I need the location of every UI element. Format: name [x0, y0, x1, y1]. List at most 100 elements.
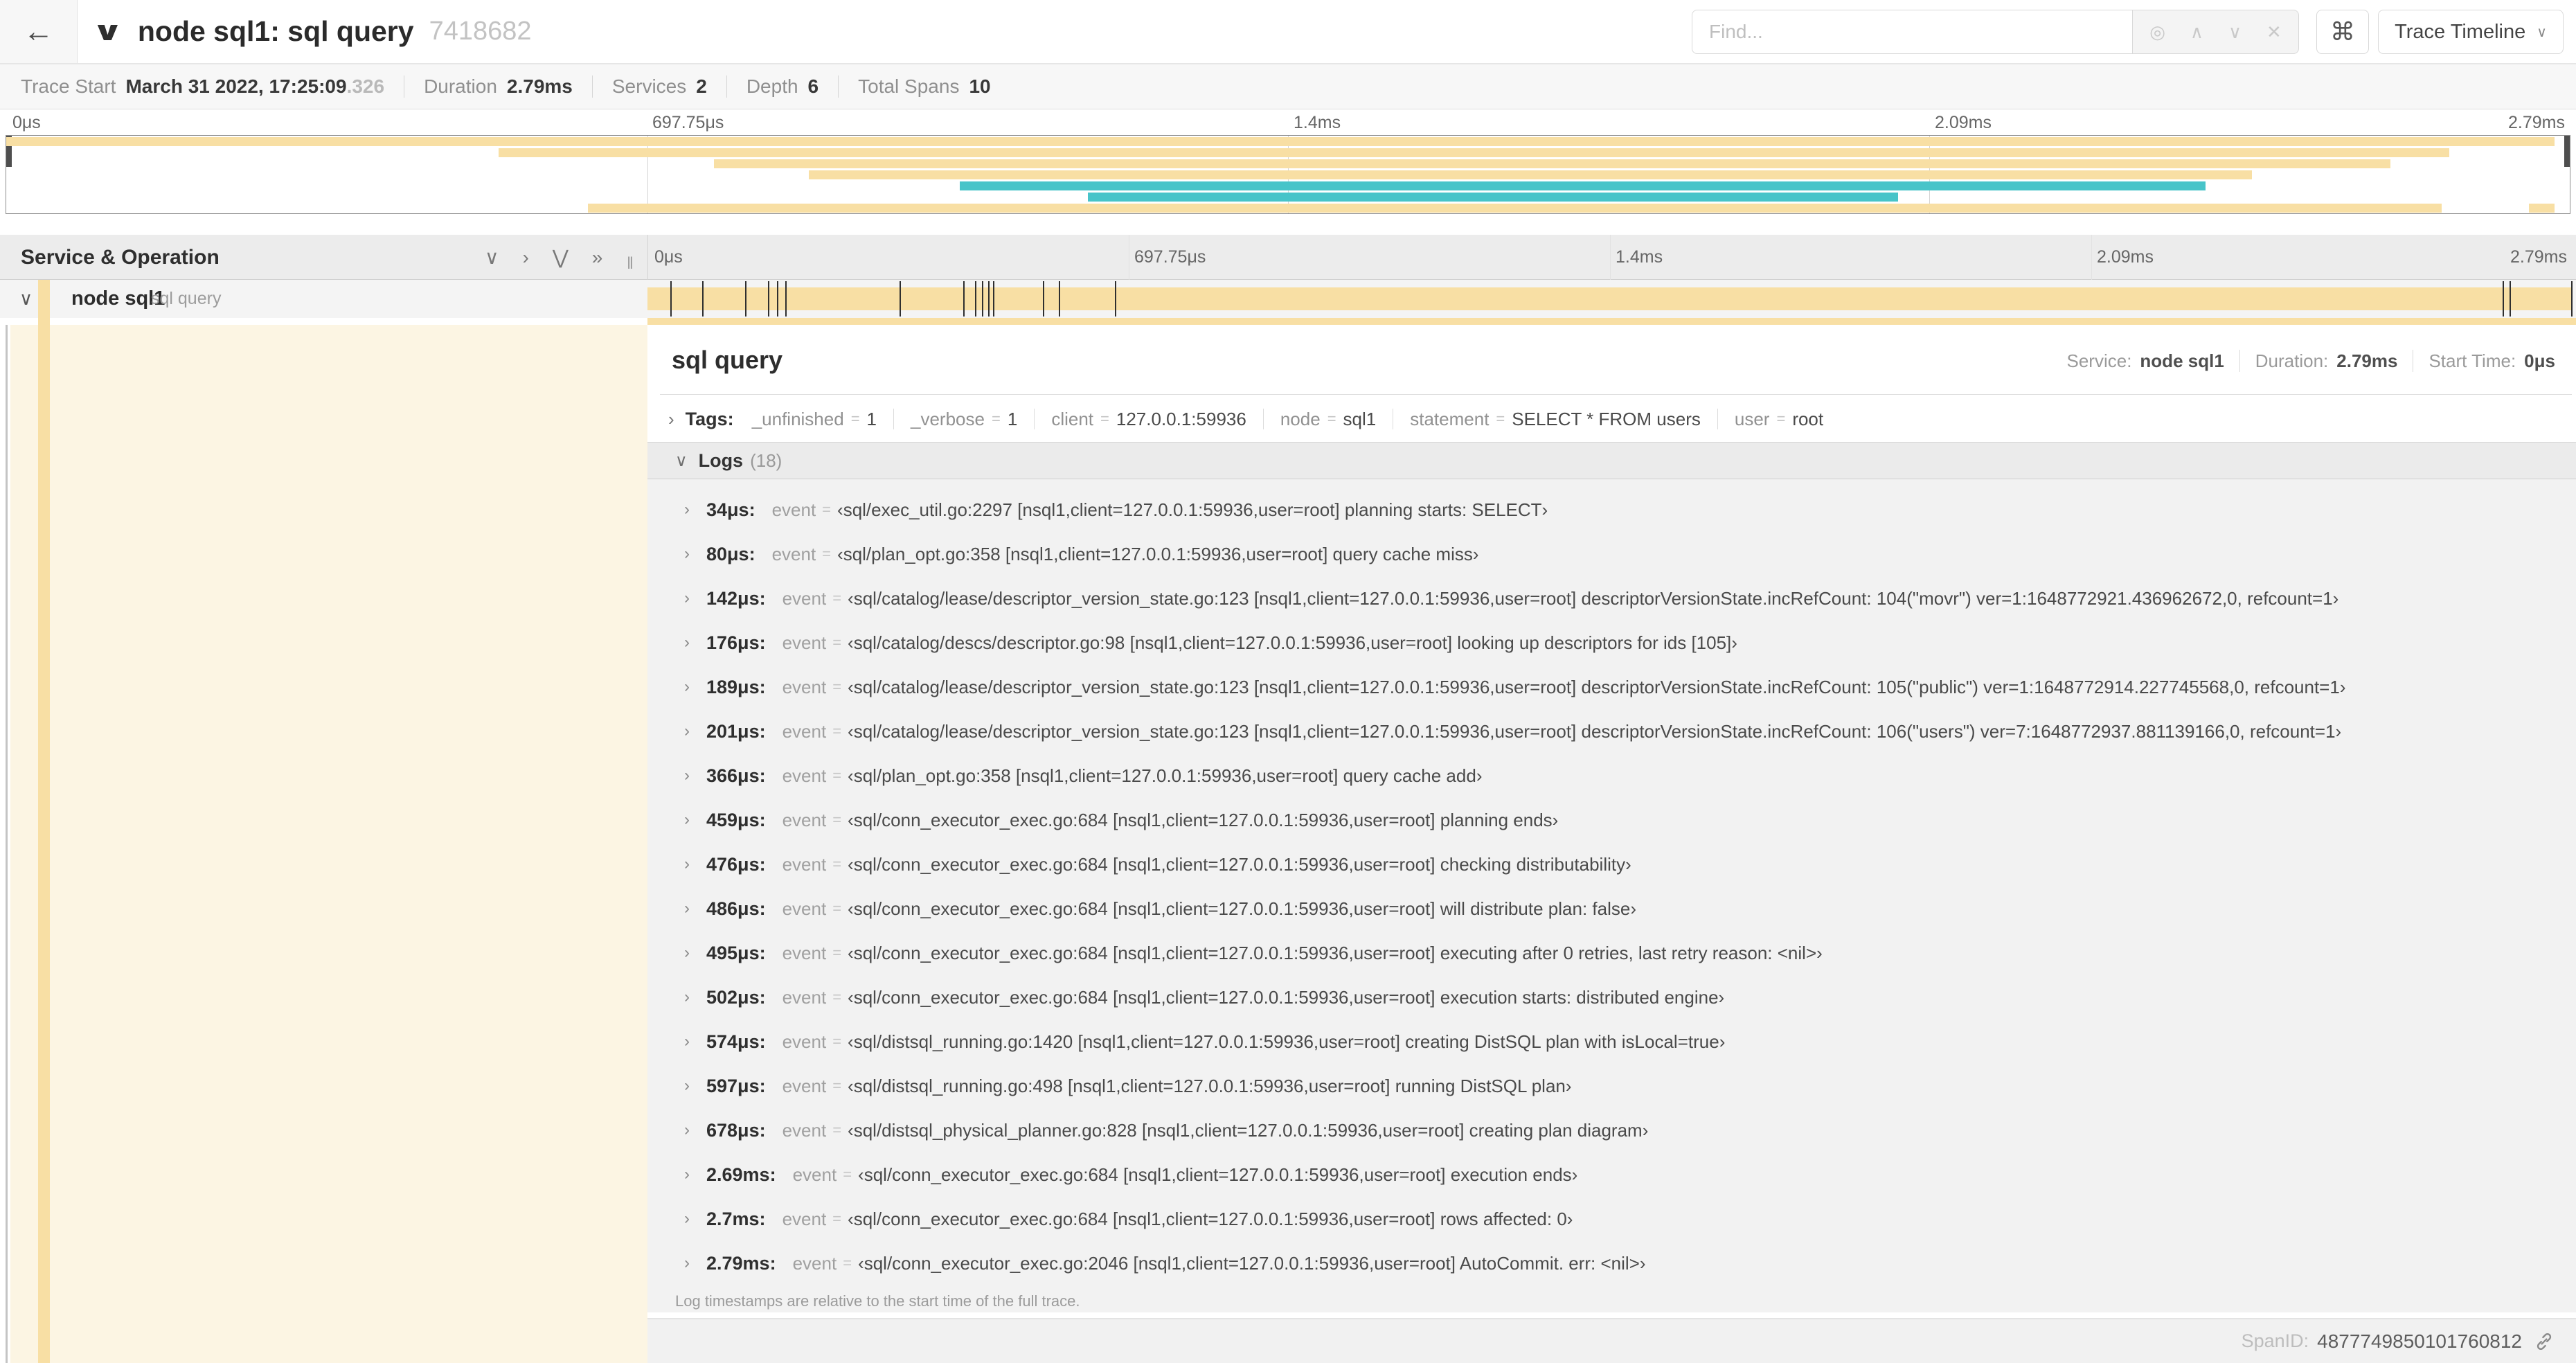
minimap-span-bar: [960, 181, 2206, 190]
link-icon[interactable]: [2533, 1330, 2555, 1353]
ruler-tick-label: 2.09ms: [2097, 247, 2154, 267]
tag-separator: [1262, 409, 1264, 429]
log-entry-row[interactable]: › 34μs: event = ‹sql/exec_util.go:2297 [nsql…: [647, 488, 2576, 532]
log-field-value: ‹sql/catalog/descs/descriptor.go:98 [nsq…: [848, 632, 1737, 653]
log-entry-row[interactable]: › 597μs: event = ‹sql/distsql_running.go:498…: [647, 1064, 2576, 1108]
locate-icon[interactable]: ◎: [2149, 21, 2165, 43]
log-event-marker: [899, 281, 901, 317]
prev-match-icon[interactable]: ∧: [2190, 21, 2203, 43]
collapse-one-icon[interactable]: ⋁: [553, 246, 569, 269]
log-expander-icon[interactable]: ›: [684, 500, 706, 519]
search-input[interactable]: [1692, 10, 2133, 54]
minimap-right-scrubber[interactable]: [2564, 136, 2570, 167]
equals-sign: =: [832, 722, 842, 740]
log-entry-row[interactable]: › 459μs: event = ‹sql/conn_executor_exec.go:…: [647, 798, 2576, 842]
view-selector-dropdown[interactable]: Trace Timeline ∨: [2378, 10, 2564, 54]
tag-value: 1: [1007, 408, 1018, 429]
log-entry-row[interactable]: › 2.69ms: event = ‹sql/conn_executor_exec.go…: [647, 1152, 2576, 1197]
next-match-icon[interactable]: ∨: [2228, 21, 2242, 43]
log-field-value: ‹sql/plan_opt.go:358 [nsql1,client=127.0…: [837, 543, 1479, 564]
summary-item-value: 2: [696, 75, 707, 97]
summary-item-suffix: .326: [346, 75, 385, 97]
log-entry-row[interactable]: › 486μs: event = ‹sql/conn_executor_exec.go:…: [647, 887, 2576, 931]
minimap-canvas[interactable]: [6, 135, 2570, 214]
log-field-value: ‹sql/catalog/lease/descriptor_version_st…: [848, 587, 2339, 609]
log-timestamp: 366μs:: [706, 765, 766, 786]
equals-sign: =: [822, 545, 832, 562]
log-entry-row[interactable]: › 142μs: event = ‹sql/catalog/lease/descript…: [647, 576, 2576, 621]
log-field-key: event: [782, 632, 827, 653]
log-timestamp: 2.79ms:: [706, 1252, 776, 1274]
log-expander-icon[interactable]: ›: [684, 1165, 706, 1184]
log-expander-icon[interactable]: ›: [684, 1254, 706, 1273]
log-timestamp: 201μs:: [706, 720, 766, 742]
log-expander-icon[interactable]: ›: [684, 810, 706, 830]
span-expander-icon[interactable]: ∨: [19, 280, 33, 318]
log-expander-icon[interactable]: ›: [684, 1209, 706, 1229]
log-entry-row[interactable]: › 366μs: event = ‹sql/plan_opt.go:358 [nsql1…: [647, 754, 2576, 798]
log-entry-row[interactable]: › 2.79ms: event = ‹sql/conn_executor_exec.go…: [647, 1241, 2576, 1285]
logs-header[interactable]: ∨ Logs (18): [647, 442, 2576, 479]
log-expander-icon[interactable]: ›: [684, 1032, 706, 1051]
log-field-key: event: [782, 986, 827, 1008]
log-event-marker: [975, 281, 977, 317]
log-entry-row[interactable]: › 502μs: event = ‹sql/conn_executor_exec.go:…: [647, 975, 2576, 1019]
span-detail-panel: sql query Service: node sql1 Duration: 2.79…: [647, 325, 2576, 1363]
tags-row[interactable]: › Tags: _unfinished = 1 _verbose = 1 client = 12…: [668, 403, 1823, 435]
tags-expander-icon[interactable]: ›: [668, 409, 674, 430]
log-entry-row[interactable]: › 476μs: event = ‹sql/conn_executor_exec.go:…: [647, 842, 2576, 887]
expand-one-icon[interactable]: ›: [523, 247, 529, 269]
log-entry-row[interactable]: › 189μs: event = ‹sql/catalog/lease/descript…: [647, 665, 2576, 709]
log-field-value: ‹sql/conn_executor_exec.go:684 [nsql1,cl…: [848, 942, 1823, 963]
log-entry-row[interactable]: › 495μs: event = ‹sql/conn_executor_exec.go:…: [647, 931, 2576, 975]
span-color-accent: [38, 280, 50, 318]
log-entry-row[interactable]: › 80μs: event = ‹sql/plan_opt.go:358 [nsql1,…: [647, 532, 2576, 576]
clear-search-icon[interactable]: ✕: [2266, 21, 2282, 43]
ruler-tick-label: 2.79ms: [2508, 113, 2565, 132]
minimap-span-bar: [588, 204, 2442, 213]
log-field-key: event: [782, 676, 827, 697]
detail-span-strip: [647, 318, 2576, 325]
tag-value: root: [1792, 408, 1824, 429]
spanid-label: SpanID:: [2241, 1330, 2309, 1351]
equals-sign: =: [1496, 410, 1505, 427]
summary-item-value: 10: [969, 75, 991, 97]
left-edge-line: [6, 325, 8, 1363]
log-expander-icon[interactable]: ›: [684, 899, 706, 918]
log-expander-icon[interactable]: ›: [684, 544, 706, 564]
log-expander-icon[interactable]: ›: [684, 722, 706, 741]
minimap-span-bar: [808, 170, 2252, 179]
log-field-value: ‹sql/catalog/lease/descriptor_version_st…: [848, 720, 2342, 742]
equals-sign: =: [832, 767, 842, 784]
column-resizer-handle[interactable]: ‖: [627, 254, 634, 274]
minimap-ruler: 0μs 697.75μs 1.4ms 2.09ms 2.79ms: [6, 111, 2570, 134]
expand-all-icon[interactable]: »: [592, 247, 603, 269]
collapse-all-icon[interactable]: ∨: [485, 246, 499, 269]
equals-sign: =: [822, 501, 832, 518]
log-expander-icon[interactable]: ›: [684, 988, 706, 1007]
log-expander-icon[interactable]: ›: [684, 855, 706, 874]
log-event-marker: [670, 281, 672, 317]
keyboard-shortcuts-button[interactable]: ⌘: [2316, 10, 2369, 54]
log-expander-icon[interactable]: ›: [684, 766, 706, 785]
log-expander-icon[interactable]: ›: [684, 1076, 706, 1096]
back-button[interactable]: ←: [0, 0, 78, 63]
log-entry-row[interactable]: › 201μs: event = ‹sql/catalog/lease/descript…: [647, 709, 2576, 754]
span-bar-track[interactable]: [647, 280, 2573, 318]
trace-collapse-icon[interactable]: ∨: [91, 16, 123, 47]
equals-sign: =: [832, 1210, 842, 1227]
log-entry-row[interactable]: › 176μs: event = ‹sql/catalog/descs/descript…: [647, 621, 2576, 665]
log-entry-row[interactable]: › 2.7ms: event = ‹sql/conn_executor_exec.go:…: [647, 1197, 2576, 1241]
log-rows-container: › 34μs: event = ‹sql/exec_util.go:2297 [nsql…: [647, 488, 2576, 1285]
log-expander-icon[interactable]: ›: [684, 943, 706, 963]
equals-sign: =: [991, 410, 1001, 427]
log-entry-row[interactable]: › 574μs: event = ‹sql/distsql_running.go:142…: [647, 1019, 2576, 1064]
summary-item-label: Duration: [424, 75, 497, 97]
log-expander-icon[interactable]: ›: [684, 677, 706, 697]
log-expander-icon[interactable]: ›: [684, 1121, 706, 1140]
log-entry-row[interactable]: › 678μs: event = ‹sql/distsql_physical_plann…: [647, 1108, 2576, 1152]
logs-expander-icon[interactable]: ∨: [675, 451, 688, 471]
log-expander-icon[interactable]: ›: [684, 589, 706, 608]
summary-separator: [726, 75, 727, 98]
log-expander-icon[interactable]: ›: [684, 633, 706, 652]
